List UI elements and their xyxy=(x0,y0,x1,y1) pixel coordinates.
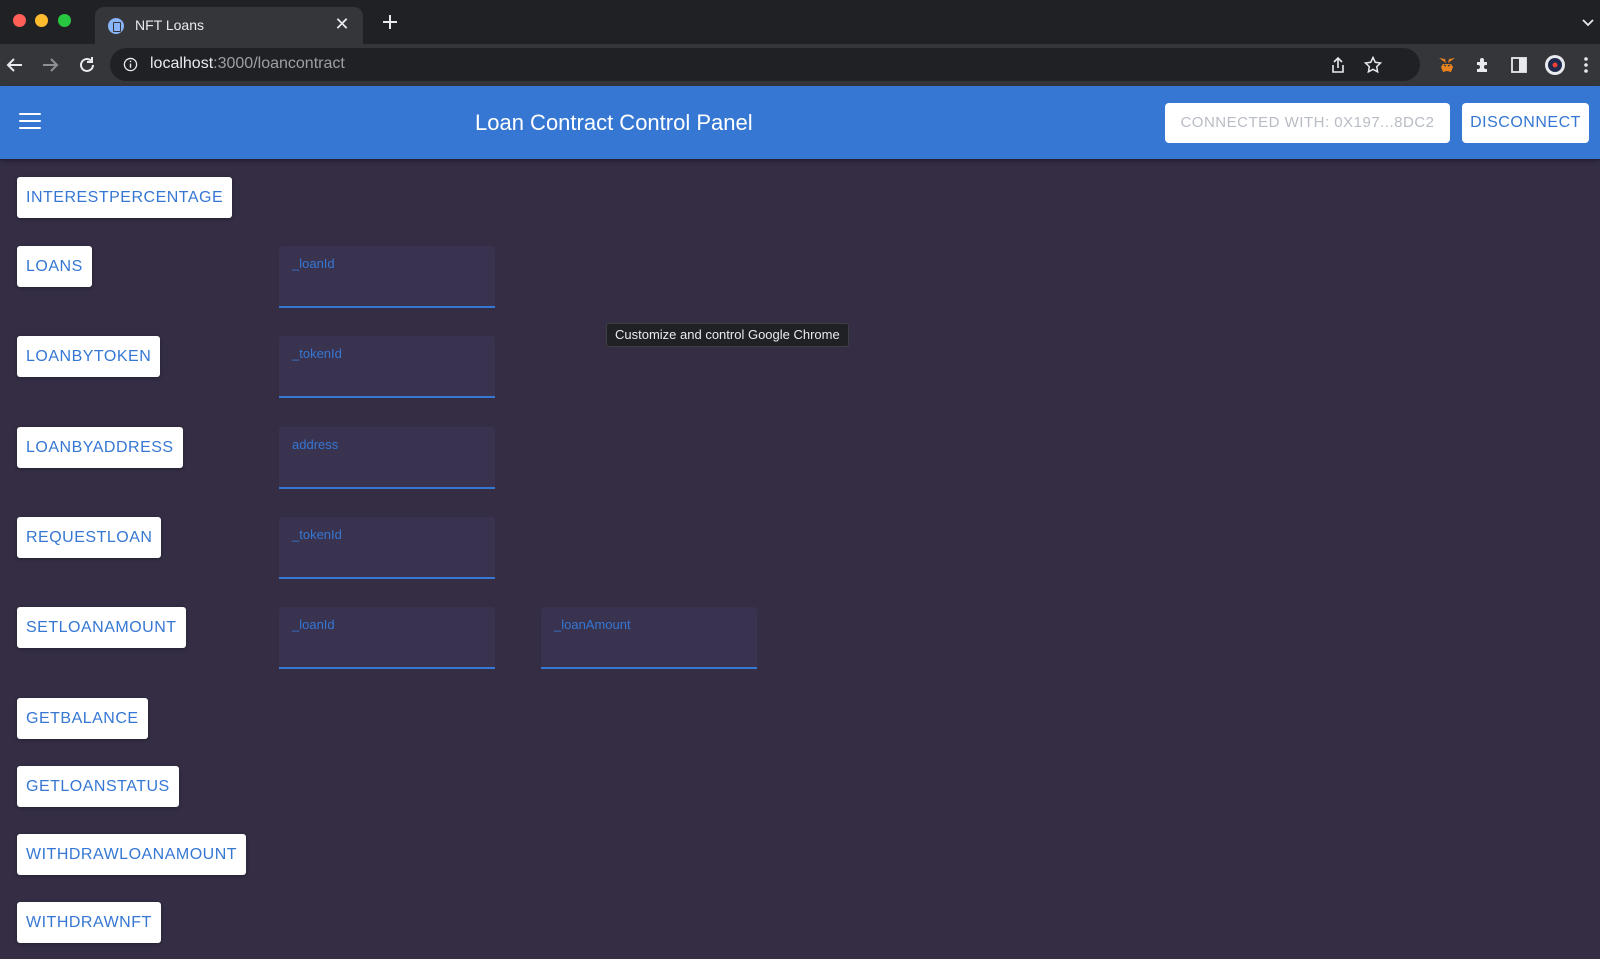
field-label: _loanId xyxy=(292,256,335,271)
loanbytoken-button[interactable]: LOANBYTOKEN xyxy=(17,336,161,377)
disconnect-button[interactable]: DISCONNECT xyxy=(1462,103,1589,143)
withdrawnft-button[interactable]: WITHDRAWNFT xyxy=(17,902,161,943)
withdrawloanamount-button[interactable]: WITHDRAWLOANAMOUNT xyxy=(17,834,247,875)
maximize-window-button[interactable] xyxy=(58,14,71,27)
side-panel-icon[interactable] xyxy=(1509,55,1529,75)
loans-button[interactable]: LOANS xyxy=(17,246,92,287)
requestloan-tokenid-input[interactable]: _tokenId xyxy=(279,517,495,579)
bookmark-star-icon[interactable] xyxy=(1363,55,1383,75)
address-bar[interactable]: localhost:3000/loancontract xyxy=(110,48,1420,81)
page-title: Loan Contract Control Panel xyxy=(475,110,753,135)
field-label: _loanAmount xyxy=(554,617,631,632)
loanbytoken-tokenid-input[interactable]: _tokenId xyxy=(279,336,495,398)
url-path: :3000/loancontract xyxy=(213,55,345,72)
hamburger-menu-icon[interactable] xyxy=(19,113,41,131)
setloanamount-loanamount-input[interactable]: _loanAmount xyxy=(541,607,757,669)
field-label: _tokenId xyxy=(292,346,342,361)
browser-tab[interactable]: NFT Loans ✕ xyxy=(95,7,363,44)
requestloan-button[interactable]: REQUESTLOAN xyxy=(17,517,162,558)
app-header: Loan Contract Control Panel CONNECTED WI… xyxy=(0,86,1600,159)
forward-arrow-icon[interactable] xyxy=(40,55,60,75)
reload-icon[interactable] xyxy=(77,55,97,75)
browser-tab-strip: NFT Loans ✕ xyxy=(0,0,1600,44)
browser-toolbar: localhost:3000/loancontract xyxy=(0,44,1600,86)
close-window-button[interactable] xyxy=(13,14,26,27)
url-host: localhost xyxy=(150,55,214,72)
minimize-window-button[interactable] xyxy=(35,14,48,27)
loans-loanid-input[interactable]: _loanId xyxy=(279,246,495,308)
getloanstatus-button[interactable]: GETLOANSTATUS xyxy=(17,766,179,807)
field-label: _tokenId xyxy=(292,527,342,542)
tab-title: NFT Loans xyxy=(135,17,204,33)
new-tab-icon[interactable] xyxy=(381,13,399,31)
field-label: address xyxy=(292,437,339,452)
setloanamount-button[interactable]: SETLOANAMOUNT xyxy=(17,607,186,648)
loanbyaddress-button[interactable]: LOANBYADDRESS xyxy=(17,427,183,468)
metamask-fox-icon[interactable] xyxy=(1437,55,1457,75)
profile-avatar-icon[interactable] xyxy=(1544,54,1566,76)
tab-search-chevron-icon[interactable] xyxy=(1580,14,1596,30)
chrome-menu-icon[interactable] xyxy=(1580,55,1592,75)
site-info-icon[interactable] xyxy=(123,57,138,72)
share-icon[interactable] xyxy=(1328,55,1348,75)
connected-wallet-button[interactable]: CONNECTED WITH: 0X197...8DC2 xyxy=(1165,103,1450,143)
extensions-puzzle-icon[interactable] xyxy=(1473,55,1493,75)
setloanamount-loanid-input[interactable]: _loanId xyxy=(279,607,495,669)
tab-favicon-icon xyxy=(108,18,124,34)
interestpercentage-button[interactable]: INTERESTPERCENTAGE xyxy=(17,177,233,218)
back-arrow-icon[interactable] xyxy=(5,55,25,75)
url-text: localhost:3000/loancontract xyxy=(150,55,345,73)
getbalance-button[interactable]: GETBALANCE xyxy=(17,698,148,739)
chrome-menu-tooltip: Customize and control Google Chrome xyxy=(606,323,849,347)
loanbyaddress-address-input[interactable]: address xyxy=(279,427,495,489)
close-tab-icon[interactable]: ✕ xyxy=(333,15,351,33)
field-label: _loanId xyxy=(292,617,335,632)
